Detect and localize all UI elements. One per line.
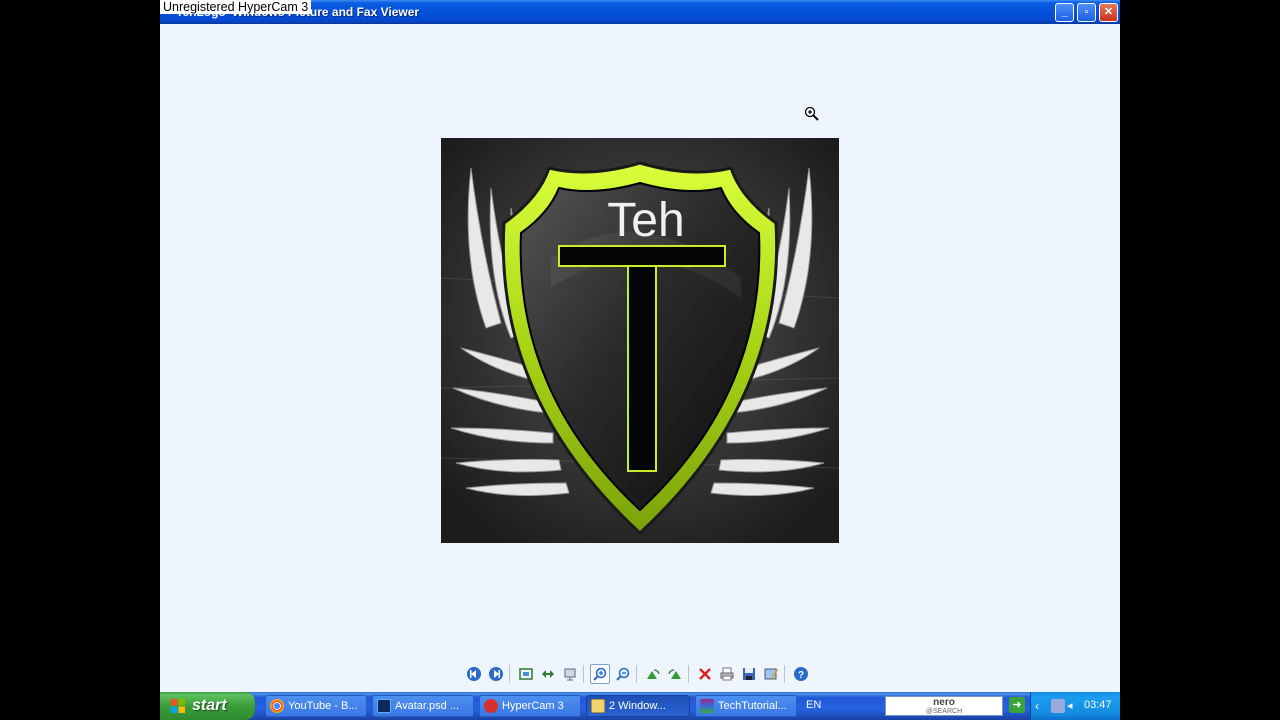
- actual-size-button[interactable]: [538, 664, 558, 684]
- taskbar-item-techtutorial[interactable]: TechTutorial...: [695, 695, 797, 717]
- expand-tray-icon[interactable]: ‹: [1035, 699, 1049, 713]
- displayed-image: Teh: [441, 138, 839, 543]
- network-icon[interactable]: [1051, 699, 1065, 713]
- edit-button[interactable]: [761, 664, 781, 684]
- start-label: start: [192, 697, 227, 714]
- windows-flag-icon: [171, 699, 185, 713]
- taskbar-item-hypercam[interactable]: HyperCam 3: [479, 695, 581, 717]
- title-bar[interactable]: TehLogo Windows Picture and Fax Viewer U…: [160, 0, 1120, 24]
- taskbar: start YouTube - B... Avatar.psd ... Hype…: [160, 692, 1120, 720]
- minimize-button[interactable]: _: [1055, 3, 1074, 22]
- volume-icon[interactable]: ◂: [1067, 699, 1081, 713]
- taskbar-item-windows-group[interactable]: 2 Window...: [586, 695, 690, 717]
- clock: 03:47: [1084, 699, 1112, 711]
- print-button[interactable]: [717, 664, 737, 684]
- toolbar-separator: [636, 665, 637, 683]
- maximize-button[interactable]: ▫: [1077, 3, 1096, 22]
- nero-search-box[interactable]: nero @SEARCH: [885, 696, 1003, 716]
- toolbar-separator: [509, 665, 510, 683]
- zoom-out-button[interactable]: [613, 664, 633, 684]
- taskbar-item-label: 2 Window...: [609, 700, 666, 712]
- language-indicator[interactable]: EN: [806, 699, 821, 711]
- taskbar-item-label: TechTutorial...: [718, 700, 787, 712]
- taskbar-item-photoshop[interactable]: Avatar.psd ...: [372, 695, 474, 717]
- rotate-clockwise-button[interactable]: [643, 664, 663, 684]
- viewer-toolbar: ?: [460, 661, 820, 687]
- toolbar-separator: [688, 665, 689, 683]
- taskbar-item-youtube[interactable]: YouTube - B...: [265, 695, 367, 717]
- save-button[interactable]: [739, 664, 759, 684]
- zoom-cursor-icon: [804, 106, 820, 122]
- hypercam-icon: [484, 699, 498, 713]
- zoom-in-button[interactable]: [590, 664, 610, 684]
- picture-viewer-window: TehLogo Windows Picture and Fax Viewer U…: [160, 0, 1120, 720]
- toolbar-separator: [784, 665, 785, 683]
- svg-text:?: ?: [798, 670, 804, 681]
- slideshow-button[interactable]: [560, 664, 580, 684]
- nero-brand: nero: [933, 697, 955, 708]
- system-tray: ‹ ◂ 03:47: [1030, 692, 1120, 720]
- best-fit-button[interactable]: [516, 664, 536, 684]
- folder-icon: [591, 699, 605, 713]
- search-go-icon[interactable]: ➜: [1009, 697, 1025, 713]
- next-image-button[interactable]: [486, 664, 506, 684]
- chrome-icon: [270, 699, 284, 713]
- taskbar-item-label: HyperCam 3: [502, 700, 564, 712]
- toolbar-separator: [583, 665, 584, 683]
- help-button[interactable]: ?: [791, 664, 811, 684]
- photoshop-icon: [377, 699, 391, 713]
- nero-brand-sub: @SEARCH: [925, 708, 963, 715]
- logo-text: Teh: [607, 194, 684, 247]
- previous-image-button[interactable]: [464, 664, 484, 684]
- rotate-counterclockwise-button[interactable]: [665, 664, 685, 684]
- hypercam-watermark: Unregistered HyperCam 3: [160, 0, 312, 14]
- start-button[interactable]: start: [160, 692, 255, 720]
- winrar-icon: [700, 699, 714, 713]
- taskbar-item-label: Avatar.psd ...: [395, 700, 460, 712]
- taskbar-item-label: YouTube - B...: [288, 700, 358, 712]
- delete-button[interactable]: [695, 664, 715, 684]
- close-button[interactable]: ✕: [1099, 3, 1118, 22]
